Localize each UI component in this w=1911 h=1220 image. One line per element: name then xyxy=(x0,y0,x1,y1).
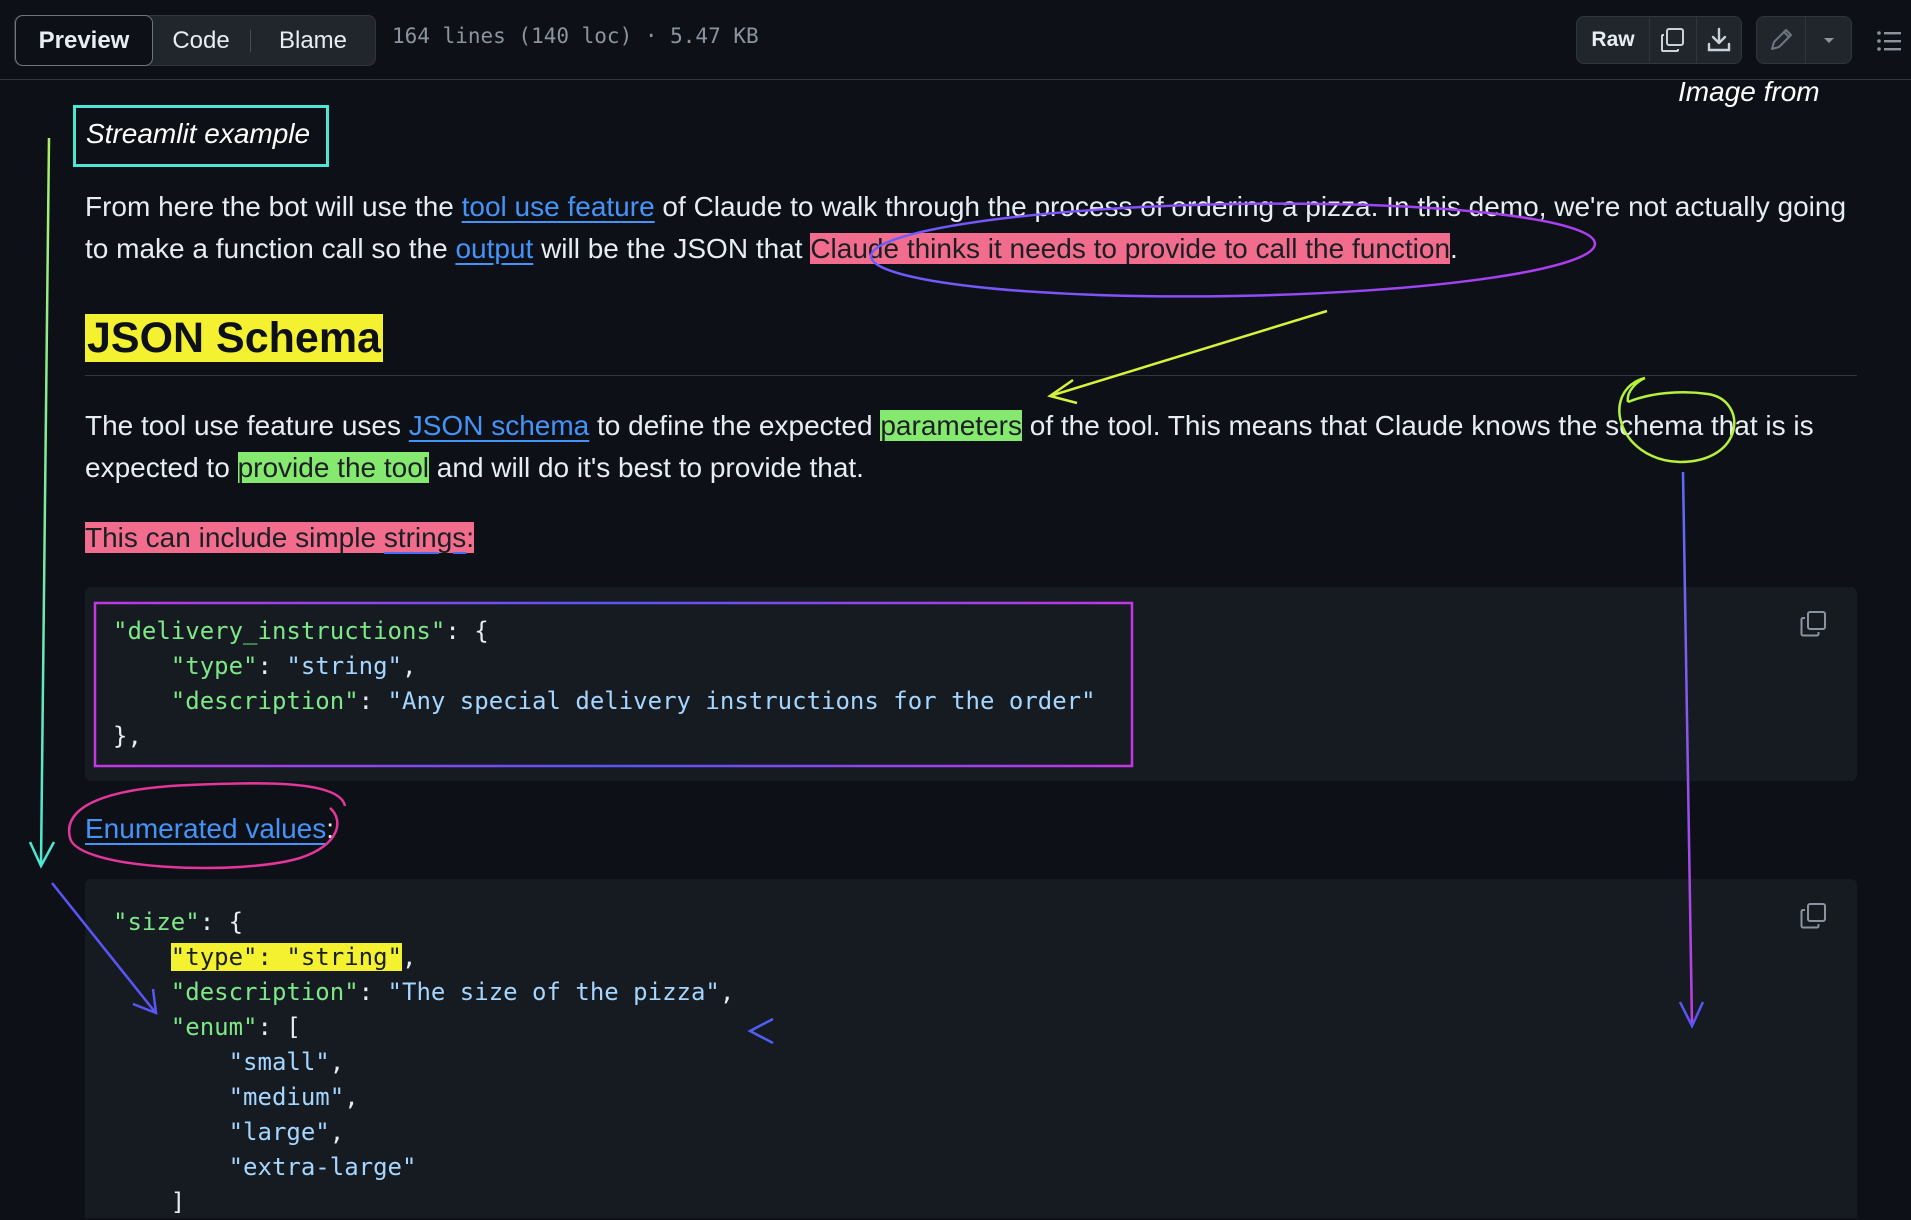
json-schema-heading: JSON Schema xyxy=(85,312,383,364)
copy-icon xyxy=(1800,611,1826,637)
text: and will do it's best to provide that. xyxy=(429,452,864,483)
download-icon xyxy=(1707,27,1731,52)
heading-text: JSON Schema xyxy=(85,314,383,362)
image-from-label: Image from xyxy=(1678,76,1820,107)
text: . xyxy=(1450,233,1458,264)
text: : xyxy=(466,522,475,553)
paragraph-schema: The tool use feature uses JSON schema to… xyxy=(85,405,1855,489)
enumerated-values-link[interactable]: Enumerated values xyxy=(85,813,326,844)
highlight-parameters: parameters xyxy=(880,410,1022,441)
tool-use-feature-link[interactable]: tool use feature xyxy=(462,191,655,222)
more-edit-options-button[interactable] xyxy=(1806,17,1852,63)
paragraph-intro: From here the bot will use the tool use … xyxy=(85,186,1855,270)
code-block-size-enum[interactable]: "size": { "type": "string", "description… xyxy=(85,879,1857,1218)
text: will be the JSON that xyxy=(533,233,811,264)
edit-actions-group xyxy=(1756,16,1852,64)
outline-button[interactable] xyxy=(1874,26,1904,56)
paragraph-enumerated: Enumerated values: xyxy=(85,808,1855,850)
download-button[interactable] xyxy=(1697,17,1741,63)
list-icon xyxy=(1877,31,1901,51)
raw-button[interactable]: Raw xyxy=(1577,17,1649,63)
strings-text: strings xyxy=(383,522,467,553)
raw-actions-group: Raw xyxy=(1576,16,1742,64)
pencil-icon xyxy=(1771,29,1792,50)
code-content: "delivery_instructions": { "type": "stri… xyxy=(113,617,1096,750)
highlight-claude-thinks: Claude thinks it needs to provide to cal… xyxy=(810,233,1451,264)
tab-code[interactable]: Code xyxy=(153,16,249,65)
highlight-provide-the-tool: provide the tool xyxy=(237,452,430,483)
copy-code-button[interactable] xyxy=(1798,609,1828,639)
paragraph-strings: This can include simple strings: xyxy=(85,517,1855,559)
view-mode-segmented-control: Preview Code Blame xyxy=(14,15,376,66)
output-link[interactable]: output xyxy=(455,233,533,264)
streamlit-example-box: Streamlit example xyxy=(73,105,329,167)
text: This can include simple xyxy=(85,522,384,553)
tab-blame[interactable]: Blame xyxy=(251,16,375,65)
file-toolbar: Preview Code Blame 164 lines (140 loc) ·… xyxy=(0,0,1911,80)
file-info: 164 lines (140 loc) · 5.47 KB xyxy=(392,24,759,48)
heading-rule xyxy=(85,375,1857,376)
code-block-delivery-instructions[interactable]: "delivery_instructions": { "type": "stri… xyxy=(85,587,1857,781)
text: : xyxy=(326,813,335,844)
code-content: "size": { "type": "string", "description… xyxy=(113,908,735,1216)
text: The tool use feature uses xyxy=(85,410,409,441)
copy-icon xyxy=(1661,28,1684,52)
copy-code-button[interactable] xyxy=(1798,901,1828,931)
chevron-down-icon xyxy=(1824,38,1834,43)
text: to define the expected xyxy=(589,410,881,441)
tab-preview[interactable]: Preview xyxy=(15,15,153,66)
streamlit-example-label: Streamlit example xyxy=(86,118,311,149)
highlight-simple-strings: This can include simple strings: xyxy=(85,522,475,553)
json-schema-link[interactable]: JSON schema xyxy=(409,410,590,441)
text: From here the bot will use the xyxy=(85,191,462,222)
edit-button[interactable] xyxy=(1757,17,1805,63)
copy-icon xyxy=(1800,903,1826,929)
copy-raw-button[interactable] xyxy=(1650,17,1696,63)
